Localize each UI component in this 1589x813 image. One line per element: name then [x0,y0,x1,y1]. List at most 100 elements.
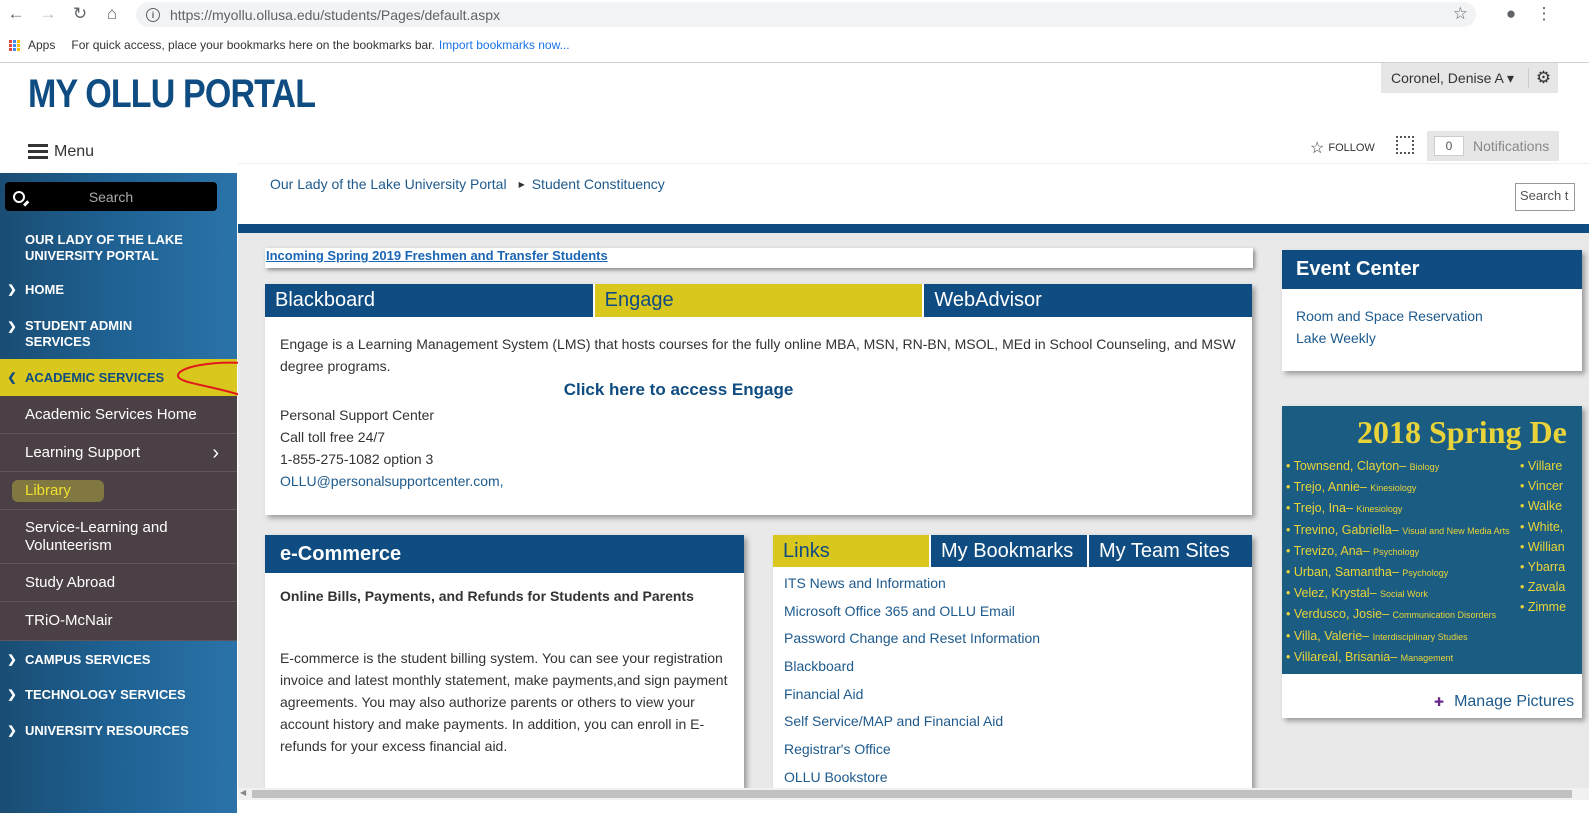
deans-list-column-1: • Townsend, Clayton– Biology • Trejo, Ann… [1286,456,1510,668]
access-engage-link[interactable]: Click here to access Engage [280,379,1237,401]
deans-list-name: • Trejo, Annie– [1286,480,1371,495]
user-menu[interactable]: Coronel, Denise A ▾ ⚙ [1381,63,1558,93]
portal-title[interactable]: MY OLLU PORTAL [28,72,316,117]
gear-icon[interactable]: ⚙ [1528,68,1558,88]
home-icon[interactable]: ⌂ [99,1,125,27]
sidebar-subitem-study-abroad[interactable]: Study Abroad [0,564,237,602]
deans-list-name: • Trevino, Gabriella– [1286,522,1403,537]
link-self-service[interactable]: Self Service/MAP and Financial Aid [784,710,1252,738]
import-bookmarks-link[interactable]: Import bookmarks now... [439,38,570,52]
deans-list-major: Psychology [1373,546,1420,557]
back-icon[interactable]: ← [3,1,29,27]
deans-list-name: • Townsend, Clayton– [1286,459,1410,473]
link-password-change[interactable]: Password Change and Reset Information [784,627,1252,655]
link-office-365[interactable]: Microsoft Office 365 and OLLU Email [784,600,1252,628]
notification-count: 0 [1434,136,1464,156]
chevron-down-icon: ❯ [7,725,17,737]
deans-list-name: • Villareal, Brisania– [1286,649,1401,664]
tab-my-team-sites[interactable]: My Team Sites [1089,535,1252,567]
link-its-news[interactable]: ITS News and Information [784,572,1252,600]
room-reservation-link[interactable]: Room and Space Reservation [1296,305,1568,327]
manage-pictures-label: Manage Pictures [1454,693,1575,710]
tab-engage[interactable]: Engage [594,284,925,317]
sidebar-subitem-label: Study Abroad [25,573,116,591]
chevron-up-icon: ❮ [7,371,17,384]
deans-list-entry: • Zavala [1520,580,1566,595]
sidebar: Search OUR LADY OF THE LAKE UNIVERSITY P… [0,173,237,813]
notifications-button[interactable]: 0 Notifications [1427,131,1559,161]
breadcrumb-root-link[interactable]: Our Lady of the Lake University Portal [270,176,507,192]
reload-icon[interactable]: ↻ [67,1,93,27]
horizontal-scrollbar[interactable]: ◀ [238,788,1589,800]
deans-list-entry: • Villare [1520,459,1563,473]
tab-blackboard[interactable]: Blackboard [265,284,595,317]
follow-button[interactable]: ☆ FOLLOW [1310,138,1375,158]
sidebar-item-home[interactable]: ❯ HOME [0,280,237,300]
menu-button[interactable]: Menu [28,141,94,162]
deans-list-major: Communication Disorders [1392,610,1497,621]
support-phone-text: 1-855-275-1082 option 3 [280,451,434,467]
sidebar-subitem-label: TRiO-McNair [25,612,113,629]
support-hours-text: Call toll free 24/7 [280,429,386,445]
deans-list-entry: • Willian [1520,539,1565,554]
sidebar-subitem-trio[interactable]: TRiO-McNair [0,602,237,641]
incoming-students-link[interactable]: Incoming Spring 2019 Freshmen and Transf… [265,248,608,263]
user-name[interactable]: Coronel, Denise A ▾ [1381,70,1528,87]
deans-list-entry: • Vincer [1520,479,1564,494]
deans-list-entry: • Trevino, Gabriella– Visual and New Med… [1286,520,1510,541]
manage-pictures-link[interactable]: ✚ Manage Pictures [1434,693,1574,711]
focus-mode-icon[interactable] [1396,136,1414,154]
tab-links[interactable]: Links [773,535,931,567]
deans-list-major: Kinesiology [1370,483,1417,494]
menu-label: Menu [54,142,95,160]
support-center-text: Personal Support Center [280,407,435,423]
forward-icon[interactable]: → [35,1,61,27]
apps-icon[interactable] [9,39,20,51]
bookmark-star-icon[interactable]: ☆ [1453,4,1468,24]
sidebar-item-student-admin[interactable]: ❯ STUDENT ADMIN SERVICES [0,317,237,351]
site-search-input[interactable]: Search t [1515,183,1575,211]
apps-label[interactable]: Apps [28,38,55,52]
info-icon[interactable]: i [146,7,160,22]
sidebar-item-university-resources[interactable]: ❯ UNIVERSITY RESOURCES [0,721,237,741]
link-registrar[interactable]: Registrar's Office [784,738,1252,766]
deans-list-title: 2018 Spring De [1357,414,1567,450]
ecommerce-title: e-Commerce [265,535,744,573]
ecommerce-subtitle: Online Bills, Payments, and Refunds for … [280,588,694,604]
sidebar-item-campus-services[interactable]: ❯ CAMPUS SERVICES [0,650,237,670]
sidebar-subitem-label: Learning Support [25,443,141,461]
tab-webadvisor[interactable]: WebAdvisor [924,284,1253,317]
sidebar-subitem-service-learning[interactable]: Service-Learning and Volunteerism [0,510,237,564]
sidebar-item-technology-services[interactable]: ❯ TECHNOLOGY SERVICES [0,685,237,705]
browser-toolbar: ← → ↻ ⌂ i https://myollu.ollusa.edu/stud… [0,0,1589,28]
more-menu-icon[interactable]: ⋮ [1531,1,1557,27]
search-placeholder: Search [88,188,134,205]
breadcrumb-current-link[interactable]: Student Constituency [532,176,665,192]
scrollbar-thumb[interactable] [252,790,1572,798]
plus-circle-icon: ✚ [1434,695,1445,709]
deans-list-name: • Villa, Valerie– [1286,628,1373,643]
deans-list-entry: • Villa, Valerie– Interdisciplinary Stud… [1286,626,1510,647]
profile-icon[interactable]: ● [1498,1,1524,27]
chevron-down-icon: ❯ [7,689,17,701]
ecommerce-description: E-commerce is the student billing system… [280,650,728,754]
sidebar-subitem-label: Library [25,481,71,499]
link-blackboard[interactable]: Blackboard [784,655,1252,683]
scroll-left-icon[interactable]: ◀ [240,788,246,797]
tab-my-bookmarks[interactable]: My Bookmarks [931,535,1089,567]
url-text: https://myollu.ollusa.edu/students/Pages… [170,6,500,23]
ecommerce-panel: e-Commerce Online Bills, Payments, and R… [265,535,744,788]
chevron-down-icon: ❯ [7,284,17,296]
lake-weekly-link[interactable]: Lake Weekly [1296,327,1568,349]
deans-list-name: • Trevizo, Ana– [1286,543,1374,558]
sidebar-item-portal[interactable]: OUR LADY OF THE LAKE UNIVERSITY PORTAL [25,232,225,264]
deans-list-entry: • Verdusco, Josie– Communication Disorde… [1286,604,1510,625]
sidebar-search-input[interactable]: Search [5,182,217,211]
address-bar[interactable]: i https://myollu.ollusa.edu/students/Pag… [136,2,1476,27]
link-financial-aid[interactable]: Financial Aid [784,683,1252,711]
deans-list-major: Kinesiology [1356,504,1403,515]
deans-list-major: Interdisciplinary Studies [1372,631,1468,642]
header-stripe [238,224,1589,233]
deans-list-major: Psychology [1402,568,1449,579]
support-email-link[interactable]: OLLU@personalsupportcenter.com, [280,470,1237,492]
